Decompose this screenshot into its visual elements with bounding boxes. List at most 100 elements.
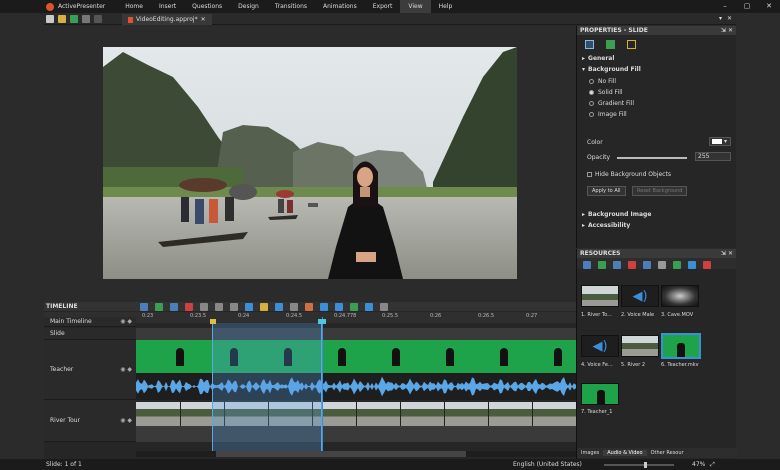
- playhead-handle-icon[interactable]: [318, 319, 326, 324]
- color-picker[interactable]: ▾: [709, 137, 731, 146]
- menu-transitions[interactable]: Transitions: [267, 0, 315, 13]
- tab-other-resources[interactable]: Other Resour: [647, 450, 688, 456]
- menu-design[interactable]: Design: [230, 0, 267, 13]
- delete-icon[interactable]: [628, 261, 636, 269]
- language-indicator[interactable]: English (United States): [513, 461, 582, 468]
- menu-questions[interactable]: Questions: [184, 0, 230, 13]
- play-icon[interactable]: [139, 302, 148, 311]
- resource-thumb-teacher-1[interactable]: [581, 383, 619, 405]
- row-main-timeline[interactable]: Main Timeline ◉ ◆: [44, 317, 136, 327]
- save-icon[interactable]: [70, 14, 78, 23]
- opacity-input[interactable]: 255: [695, 152, 731, 161]
- visibility-lock-icon[interactable]: ◉ ◆: [120, 417, 132, 424]
- menu-export[interactable]: Export: [365, 0, 401, 13]
- minimize-button[interactable]: –: [714, 0, 736, 13]
- menu-insert[interactable]: Insert: [151, 0, 184, 13]
- range-start-marker-icon[interactable]: [210, 319, 216, 324]
- background-image-section[interactable]: ▸ Background Image: [582, 211, 651, 218]
- apply-to-all-button[interactable]: Apply to All: [587, 186, 626, 196]
- marker-icon[interactable]: [364, 302, 373, 311]
- river-tour-video-clip[interactable]: [136, 402, 576, 426]
- resource-thumb-river-tour[interactable]: [581, 285, 619, 307]
- background-tab-icon[interactable]: [606, 40, 615, 49]
- cut-icon[interactable]: [289, 302, 298, 311]
- ribbon-collapse-icon[interactable]: ▾: [719, 15, 722, 22]
- zoom-out-icon[interactable]: [214, 302, 223, 311]
- import-icon[interactable]: [613, 261, 621, 269]
- reset-background-button[interactable]: Reset Background: [632, 186, 688, 196]
- visibility-lock-icon[interactable]: ◉ ◆: [120, 366, 132, 373]
- list-view-icon[interactable]: [688, 261, 696, 269]
- snap-icon[interactable]: [379, 302, 388, 311]
- fade-icon[interactable]: [334, 302, 343, 311]
- teacher-video-clip[interactable]: [136, 340, 576, 373]
- resource-thumb-voice-male[interactable]: ◀): [621, 285, 659, 307]
- resource-thumb-teacher-mkv[interactable]: [661, 333, 701, 359]
- record-icon[interactable]: [184, 302, 193, 311]
- row-teacher[interactable]: Teacher ◉ ◆: [44, 340, 136, 400]
- general-section[interactable]: ▸ General: [577, 54, 736, 63]
- filter-icon[interactable]: [703, 261, 711, 269]
- audio-icon[interactable]: [349, 302, 358, 311]
- gradient-fill-option[interactable]: Gradient Fill: [577, 98, 736, 109]
- tab-audio-video[interactable]: Audio & Video: [603, 450, 647, 456]
- teacher-audio-waveform[interactable]: [136, 373, 576, 400]
- crop-icon[interactable]: [274, 302, 283, 311]
- volume-icon[interactable]: [319, 302, 328, 311]
- size-tab-icon[interactable]: [627, 40, 636, 49]
- document-tab-close[interactable]: ✕: [201, 16, 206, 23]
- view-mode-icon[interactable]: [583, 261, 591, 269]
- zoom-fit-icon[interactable]: [229, 302, 238, 311]
- visibility-lock-icon[interactable]: ◉ ◆: [120, 318, 132, 325]
- slide-track[interactable]: [136, 328, 576, 340]
- panel-controls[interactable]: ⇲ ✕: [721, 27, 733, 34]
- menu-view[interactable]: View: [400, 0, 431, 13]
- radio-icon: [589, 79, 594, 84]
- row-river-tour[interactable]: River Tour ◉ ◆: [44, 400, 136, 442]
- row-slide[interactable]: Slide: [44, 328, 136, 340]
- image-fill-option[interactable]: Image Fill: [577, 109, 736, 120]
- speed-icon[interactable]: [304, 302, 313, 311]
- rename-icon[interactable]: [643, 261, 651, 269]
- menu-animations[interactable]: Animations: [315, 0, 365, 13]
- trim-icon[interactable]: [259, 302, 268, 311]
- maximize-button[interactable]: ▢: [736, 0, 758, 13]
- panel-controls[interactable]: ⇲ ✕: [721, 250, 733, 257]
- zoom-slider[interactable]: [604, 462, 674, 468]
- timeline-scrollbar[interactable]: [136, 451, 576, 457]
- document-tab[interactable]: VideoEditing.approj* ✕: [122, 14, 212, 25]
- solid-fill-option[interactable]: Solid Fill: [577, 87, 736, 98]
- fit-window-icon[interactable]: ⤢: [710, 461, 715, 469]
- zoom-in-icon[interactable]: [199, 302, 208, 311]
- slide-canvas[interactable]: [103, 47, 517, 279]
- properties-icon[interactable]: [658, 261, 666, 269]
- audio-speaker-icon: ◀): [632, 288, 648, 304]
- resource-thumb-voice-female[interactable]: ◀): [581, 335, 619, 357]
- hide-bg-checkbox[interactable]: Hide Background Objects: [587, 171, 671, 178]
- split-icon[interactable]: [244, 302, 253, 311]
- undo-icon[interactable]: [82, 14, 90, 23]
- ribbon-close-icon[interactable]: ✕: [727, 15, 732, 22]
- resource-thumb-river-2[interactable]: [621, 335, 659, 357]
- menu-help[interactable]: Help: [431, 0, 461, 13]
- menu-home[interactable]: Home: [117, 0, 151, 13]
- river-tour-audio-track[interactable]: [136, 426, 576, 442]
- close-button[interactable]: ✕: [758, 0, 780, 13]
- no-fill-option[interactable]: No Fill: [577, 76, 736, 87]
- slide-props-tab-icon[interactable]: [585, 40, 594, 49]
- add-resource-icon[interactable]: [598, 261, 606, 269]
- open-icon[interactable]: [58, 14, 66, 23]
- resource-thumb-cave[interactable]: [661, 285, 699, 307]
- background-fill-section[interactable]: ▾ Background Fill: [577, 63, 736, 76]
- play-from-start-icon[interactable]: [154, 302, 163, 311]
- stop-icon[interactable]: [169, 302, 178, 311]
- timeline-selection-range[interactable]: [212, 323, 322, 453]
- playhead[interactable]: [322, 317, 323, 453]
- info-icon[interactable]: [673, 261, 681, 269]
- redo-icon[interactable]: [94, 14, 102, 23]
- tab-images[interactable]: Images: [577, 450, 603, 456]
- zoom-slider-thumb[interactable]: [644, 462, 647, 468]
- new-icon[interactable]: [46, 14, 54, 23]
- accessibility-section[interactable]: ▸ Accessibility: [582, 222, 630, 229]
- opacity-slider[interactable]: [617, 157, 687, 159]
